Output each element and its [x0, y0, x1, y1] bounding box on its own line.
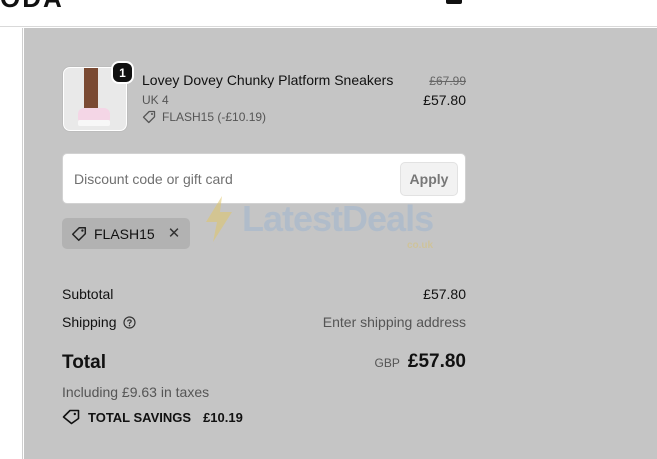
taxes-note: Including £9.63 in taxes [62, 384, 210, 400]
shipping-label: Shipping [62, 314, 117, 330]
original-price: £67.99 [429, 74, 466, 88]
subtotal-label: Subtotal [62, 286, 114, 302]
top-header: ODA [0, 0, 657, 27]
product-discount: FLASH15 (-£10.19) [142, 110, 266, 124]
subtotal-value: £57.80 [423, 286, 466, 302]
shipping-value: Enter shipping address [322, 314, 466, 330]
quantity-badge: 1 [111, 61, 134, 84]
tag-icon [62, 409, 80, 425]
remove-code-icon[interactable]: ✕ [168, 226, 181, 241]
total-value: GBP £57.80 [375, 351, 466, 373]
total-savings: TOTAL SAVINGS £10.19 [62, 409, 243, 425]
order-summary: 1 Lovey Dovey Chunky Platform Sneakers U… [24, 28, 657, 459]
watermark-sub: co.uk [406, 240, 434, 251]
shopping-bag-icon[interactable] [446, 0, 462, 4]
applied-code-label: FLASH15 [94, 225, 155, 242]
shipping-label-row: Shipping [62, 314, 136, 330]
savings-amount: £10.19 [203, 409, 243, 425]
watermark-text: LatestDeals [242, 198, 434, 239]
product-variant: UK 4 [142, 93, 169, 107]
checkout-form-pane [0, 28, 23, 459]
product-price: £57.80 [423, 92, 466, 108]
apply-button[interactable]: Apply [400, 162, 458, 196]
product-discount-label: FLASH15 (-£10.19) [162, 110, 267, 124]
total-amount: £57.80 [407, 351, 466, 372]
applied-discount-chip: FLASH15 ✕ [62, 218, 191, 249]
tag-icon [71, 226, 87, 241]
help-icon[interactable] [122, 315, 136, 329]
tag-icon [142, 110, 156, 124]
brand-logo[interactable]: ODA [0, 0, 64, 8]
watermark: LatestDeals co.uk [204, 196, 434, 251]
lightning-icon [206, 196, 232, 242]
total-label: Total [62, 352, 106, 373]
savings-label: TOTAL SAVINGS [88, 409, 192, 425]
product-name: Lovey Dovey Chunky Platform Sneakers [142, 72, 394, 88]
currency-code: GBP [374, 356, 400, 370]
